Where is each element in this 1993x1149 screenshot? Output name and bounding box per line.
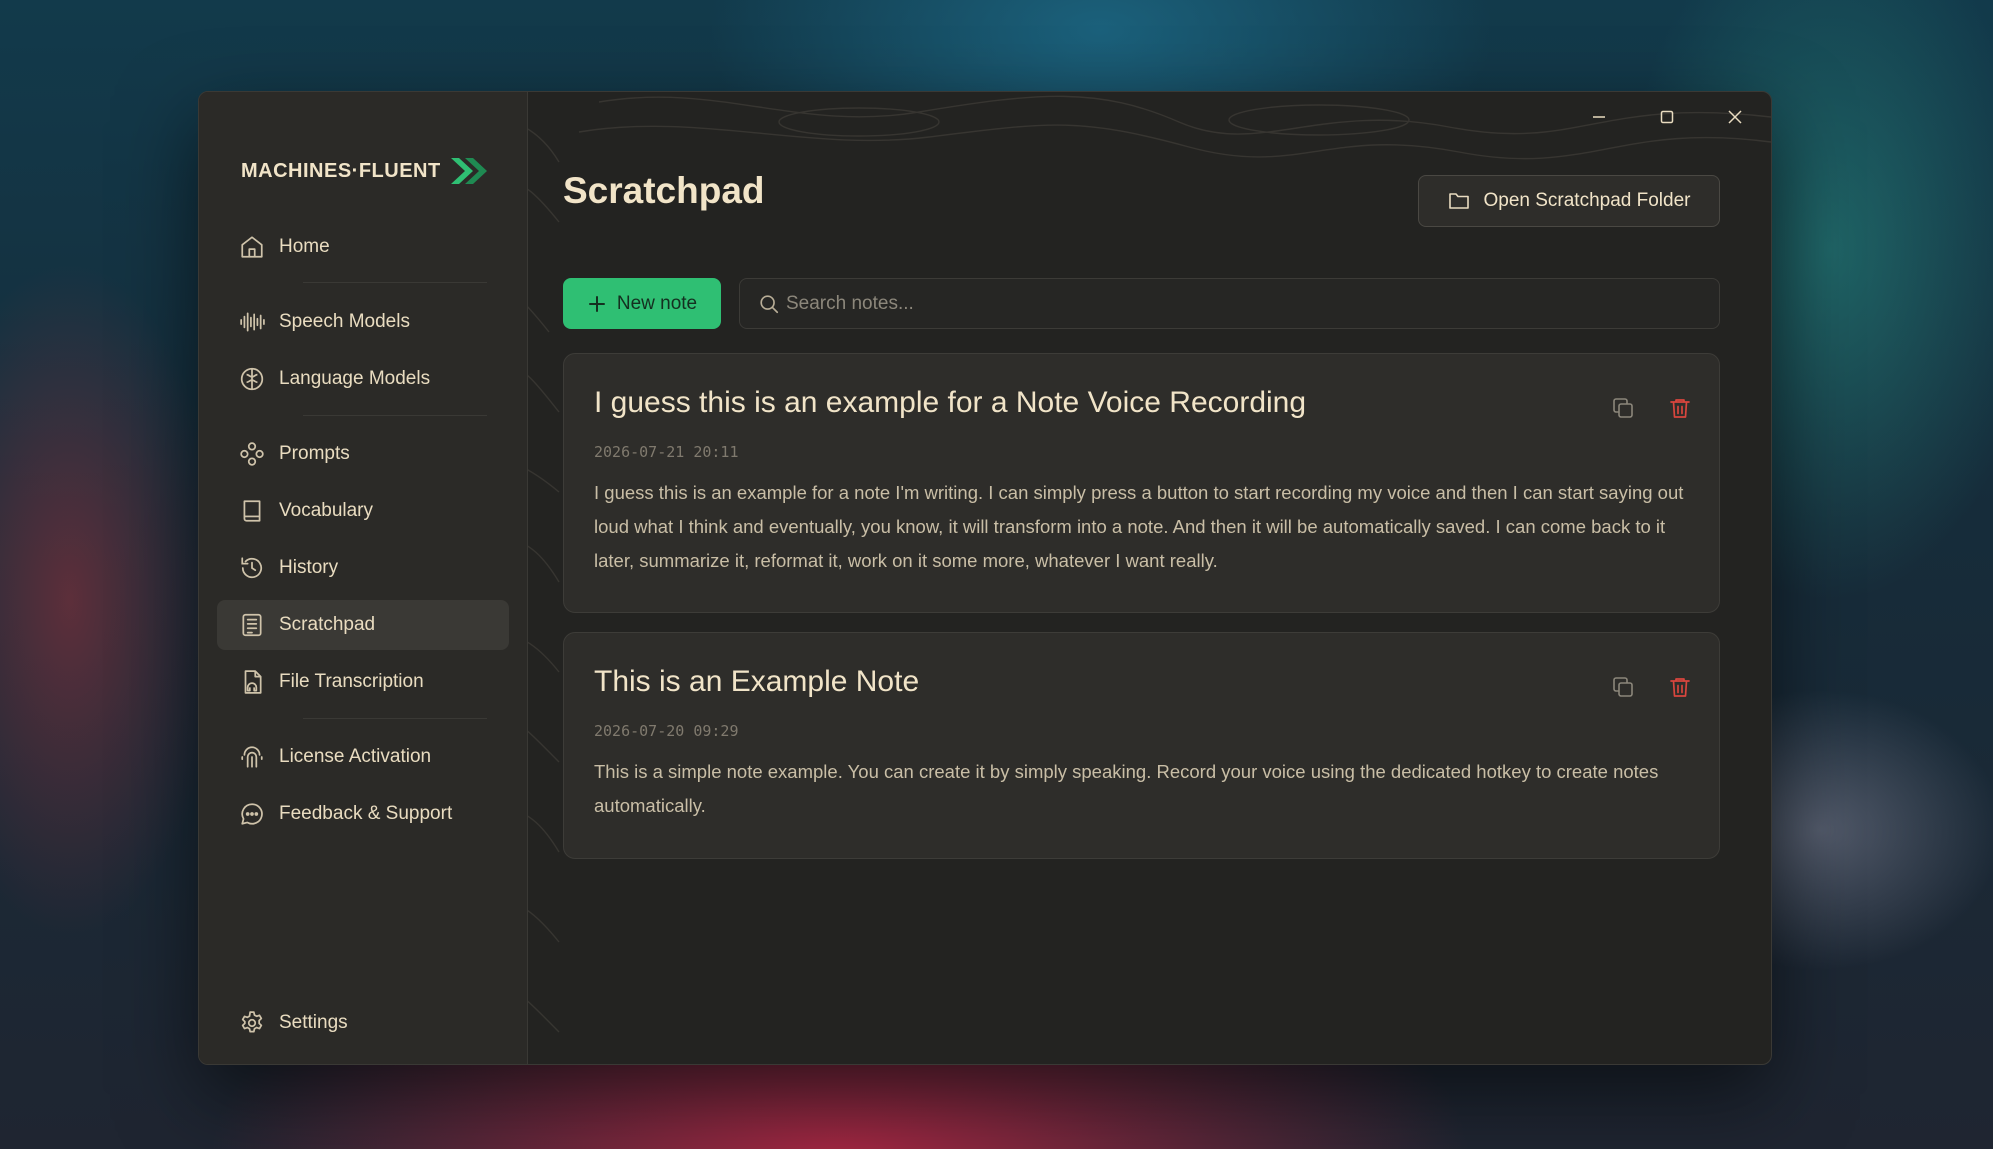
sidebar-item-label: Scratchpad <box>279 614 376 635</box>
divider <box>303 415 487 416</box>
trash-icon <box>1670 678 1690 697</box>
note-body: I guess this is an example for a note I'… <box>594 482 1684 571</box>
notes-icon <box>239 612 265 638</box>
sidebar-item-vocabulary[interactable]: Vocabulary <box>217 486 509 536</box>
page-title: Scratchpad <box>563 170 765 211</box>
prompts-icon <box>239 441 265 467</box>
main-content: Scratchpad Open Scratchpad Folder New no… <box>528 92 1771 1064</box>
divider <box>303 282 487 283</box>
sidebar-item-label: Settings <box>279 1012 348 1033</box>
file-audio-icon <box>239 669 265 695</box>
sidebar-item-label: Feedback & Support <box>279 803 453 824</box>
note-card[interactable]: This is an Example Note 2026-07-20 09:29… <box>563 632 1720 859</box>
note-body: This is a simple note example. You can c… <box>594 761 1659 816</box>
search-icon <box>760 294 779 313</box>
sidebar-item-label: Language Models <box>279 368 431 389</box>
sidebar-item-speech-models[interactable]: Speech Models <box>217 297 509 347</box>
sidebar-item-file-transcription[interactable]: File Transcription <box>217 657 509 707</box>
sidebar-item-label: Speech Models <box>279 311 410 332</box>
note-title: This is an Example Note <box>594 665 920 698</box>
sidebar-item-language-models[interactable]: Language Models <box>217 354 509 404</box>
sidebar-item-label: Home <box>279 236 330 257</box>
note-card[interactable]: I guess this is an example for a Note Vo… <box>563 353 1720 613</box>
open-scratchpad-folder-button[interactable]: Open Scratchpad Folder <box>1418 175 1720 227</box>
note-date: 2026-07-20 09:29 <box>594 722 739 740</box>
chat-icon <box>239 801 265 827</box>
divider <box>303 718 487 719</box>
delete-button[interactable] <box>1665 672 1695 702</box>
brand-chevron-icon <box>450 158 487 184</box>
sidebar: MACHINES·FLUENT Home Speech Models Langu… <box>199 92 528 1064</box>
sidebar-item-feedback-support[interactable]: Feedback & Support <box>217 789 509 839</box>
sidebar-item-settings[interactable]: Settings <box>217 998 509 1048</box>
copy-icon <box>1613 398 1633 418</box>
gear-icon <box>239 1010 265 1036</box>
new-note-label: New note <box>616 292 698 314</box>
brand-name: MACHINES·FLUENT <box>241 159 441 182</box>
sidebar-item-home[interactable]: Home <box>217 222 509 272</box>
search-box <box>739 278 1720 329</box>
book-icon <box>239 498 265 524</box>
brain-icon <box>239 366 265 392</box>
sidebar-item-label: Prompts <box>279 443 350 464</box>
sidebar-item-scratchpad[interactable]: Scratchpad <box>217 600 509 650</box>
brand-logo: MACHINES·FLUENT <box>241 156 491 186</box>
copy-button[interactable] <box>1608 672 1638 702</box>
sidebar-item-prompts[interactable]: Prompts <box>217 429 509 479</box>
fingerprint-icon <box>239 744 265 770</box>
trash-icon <box>1670 399 1690 418</box>
delete-button[interactable] <box>1665 393 1695 423</box>
sidebar-item-label: History <box>279 557 339 578</box>
note-date: 2026-07-21 20:11 <box>594 443 739 461</box>
note-title: I guess this is an example for a Note Vo… <box>594 386 1307 419</box>
copy-button[interactable] <box>1608 393 1638 423</box>
plus-icon <box>588 295 605 312</box>
sidebar-item-label: License Activation <box>279 746 432 767</box>
sidebar-item-label: File Transcription <box>279 671 424 692</box>
folder-icon <box>1449 193 1470 209</box>
open-folder-label: Open Scratchpad Folder <box>1483 190 1691 211</box>
search-input[interactable] <box>780 291 1719 316</box>
sidebar-item-label: Vocabulary <box>279 500 374 521</box>
app-window: MACHINES·FLUENT Home Speech Models Langu… <box>198 91 1772 1065</box>
history-icon <box>239 555 265 581</box>
waveform-icon <box>239 309 265 335</box>
sidebar-item-history[interactable]: History <box>217 543 509 593</box>
sidebar-item-license-activation[interactable]: License Activation <box>217 732 509 782</box>
home-icon <box>239 234 265 260</box>
new-note-button[interactable]: New note <box>563 278 721 329</box>
copy-icon <box>1613 677 1633 697</box>
